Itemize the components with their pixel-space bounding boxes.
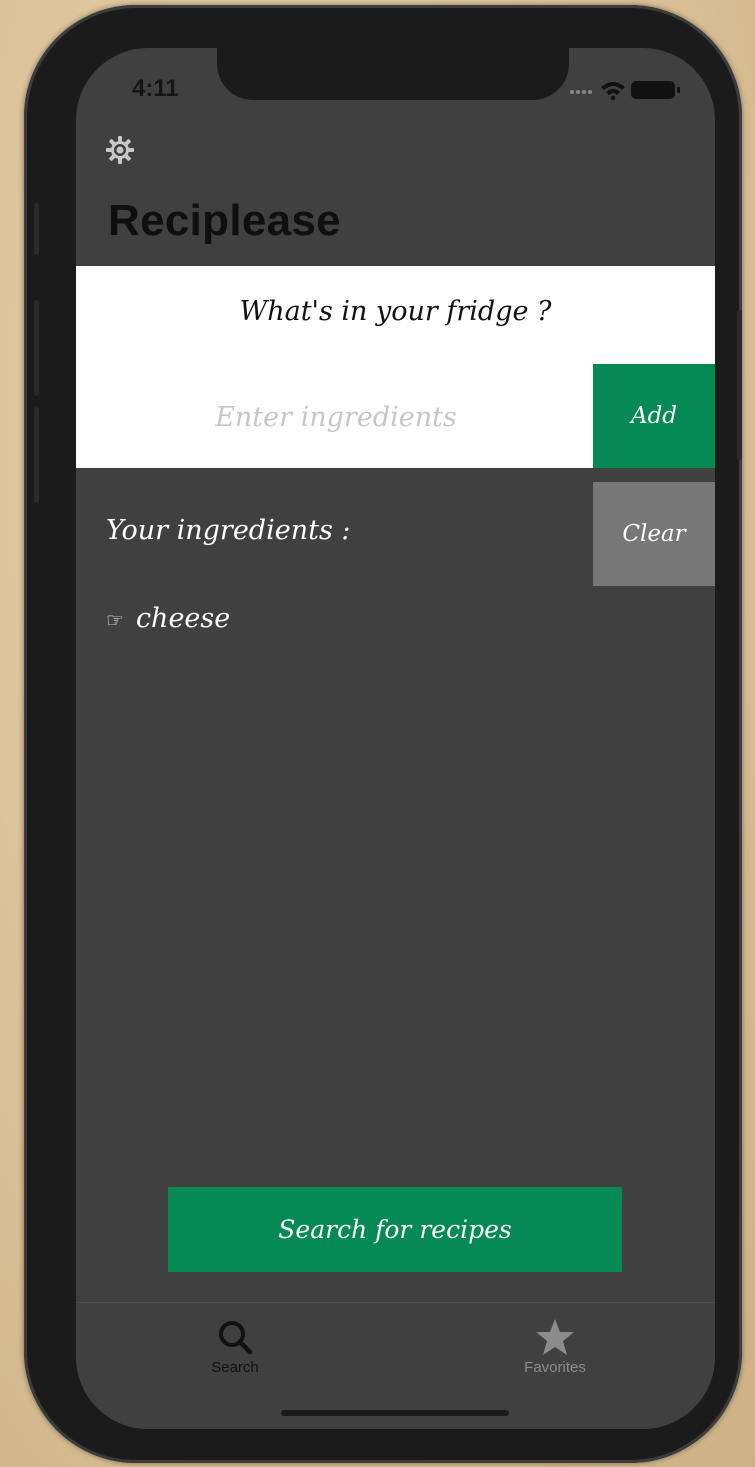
app-screen: 4:11 Reciplease What's in your fridge ? …	[76, 48, 715, 1429]
fridge-panel: What's in your fridge ? Add	[76, 266, 715, 470]
side-button	[34, 203, 39, 255]
add-button[interactable]: Add	[593, 364, 715, 468]
tab-search-label: Search	[211, 1359, 259, 1376]
tab-search[interactable]: Search	[155, 1303, 315, 1403]
ingredient-input[interactable]	[90, 364, 582, 470]
star-icon	[536, 1319, 574, 1355]
list-item: ☞ cheese	[106, 600, 230, 639]
power-button	[737, 310, 742, 460]
home-indicator	[281, 1410, 509, 1416]
tab-favorites-label: Favorites	[524, 1359, 586, 1376]
clear-button[interactable]: Clear	[593, 482, 715, 586]
ingredient-list: ☞ cheese	[106, 600, 230, 639]
status-time: 4:11	[132, 75, 179, 102]
ingredient-name: cheese	[135, 603, 231, 634]
signal-icon	[570, 90, 592, 94]
status-icons	[570, 81, 680, 101]
search-icon	[219, 1321, 253, 1355]
search-recipes-button[interactable]: Search for recipes	[168, 1187, 622, 1272]
pointing-hand-icon: ☞	[106, 608, 124, 632]
battery-icon	[631, 81, 680, 99]
ingredients-heading: Your ingredients :	[106, 515, 351, 546]
page-title: Reciplease	[108, 196, 341, 245]
fridge-heading: What's in your fridge ?	[239, 296, 552, 327]
volume-down-button	[34, 407, 39, 503]
gear-icon[interactable]	[106, 136, 134, 164]
tab-favorites[interactable]: Favorites	[475, 1303, 635, 1403]
volume-up-button	[34, 300, 39, 396]
wifi-icon	[601, 82, 625, 101]
notch	[217, 48, 569, 100]
